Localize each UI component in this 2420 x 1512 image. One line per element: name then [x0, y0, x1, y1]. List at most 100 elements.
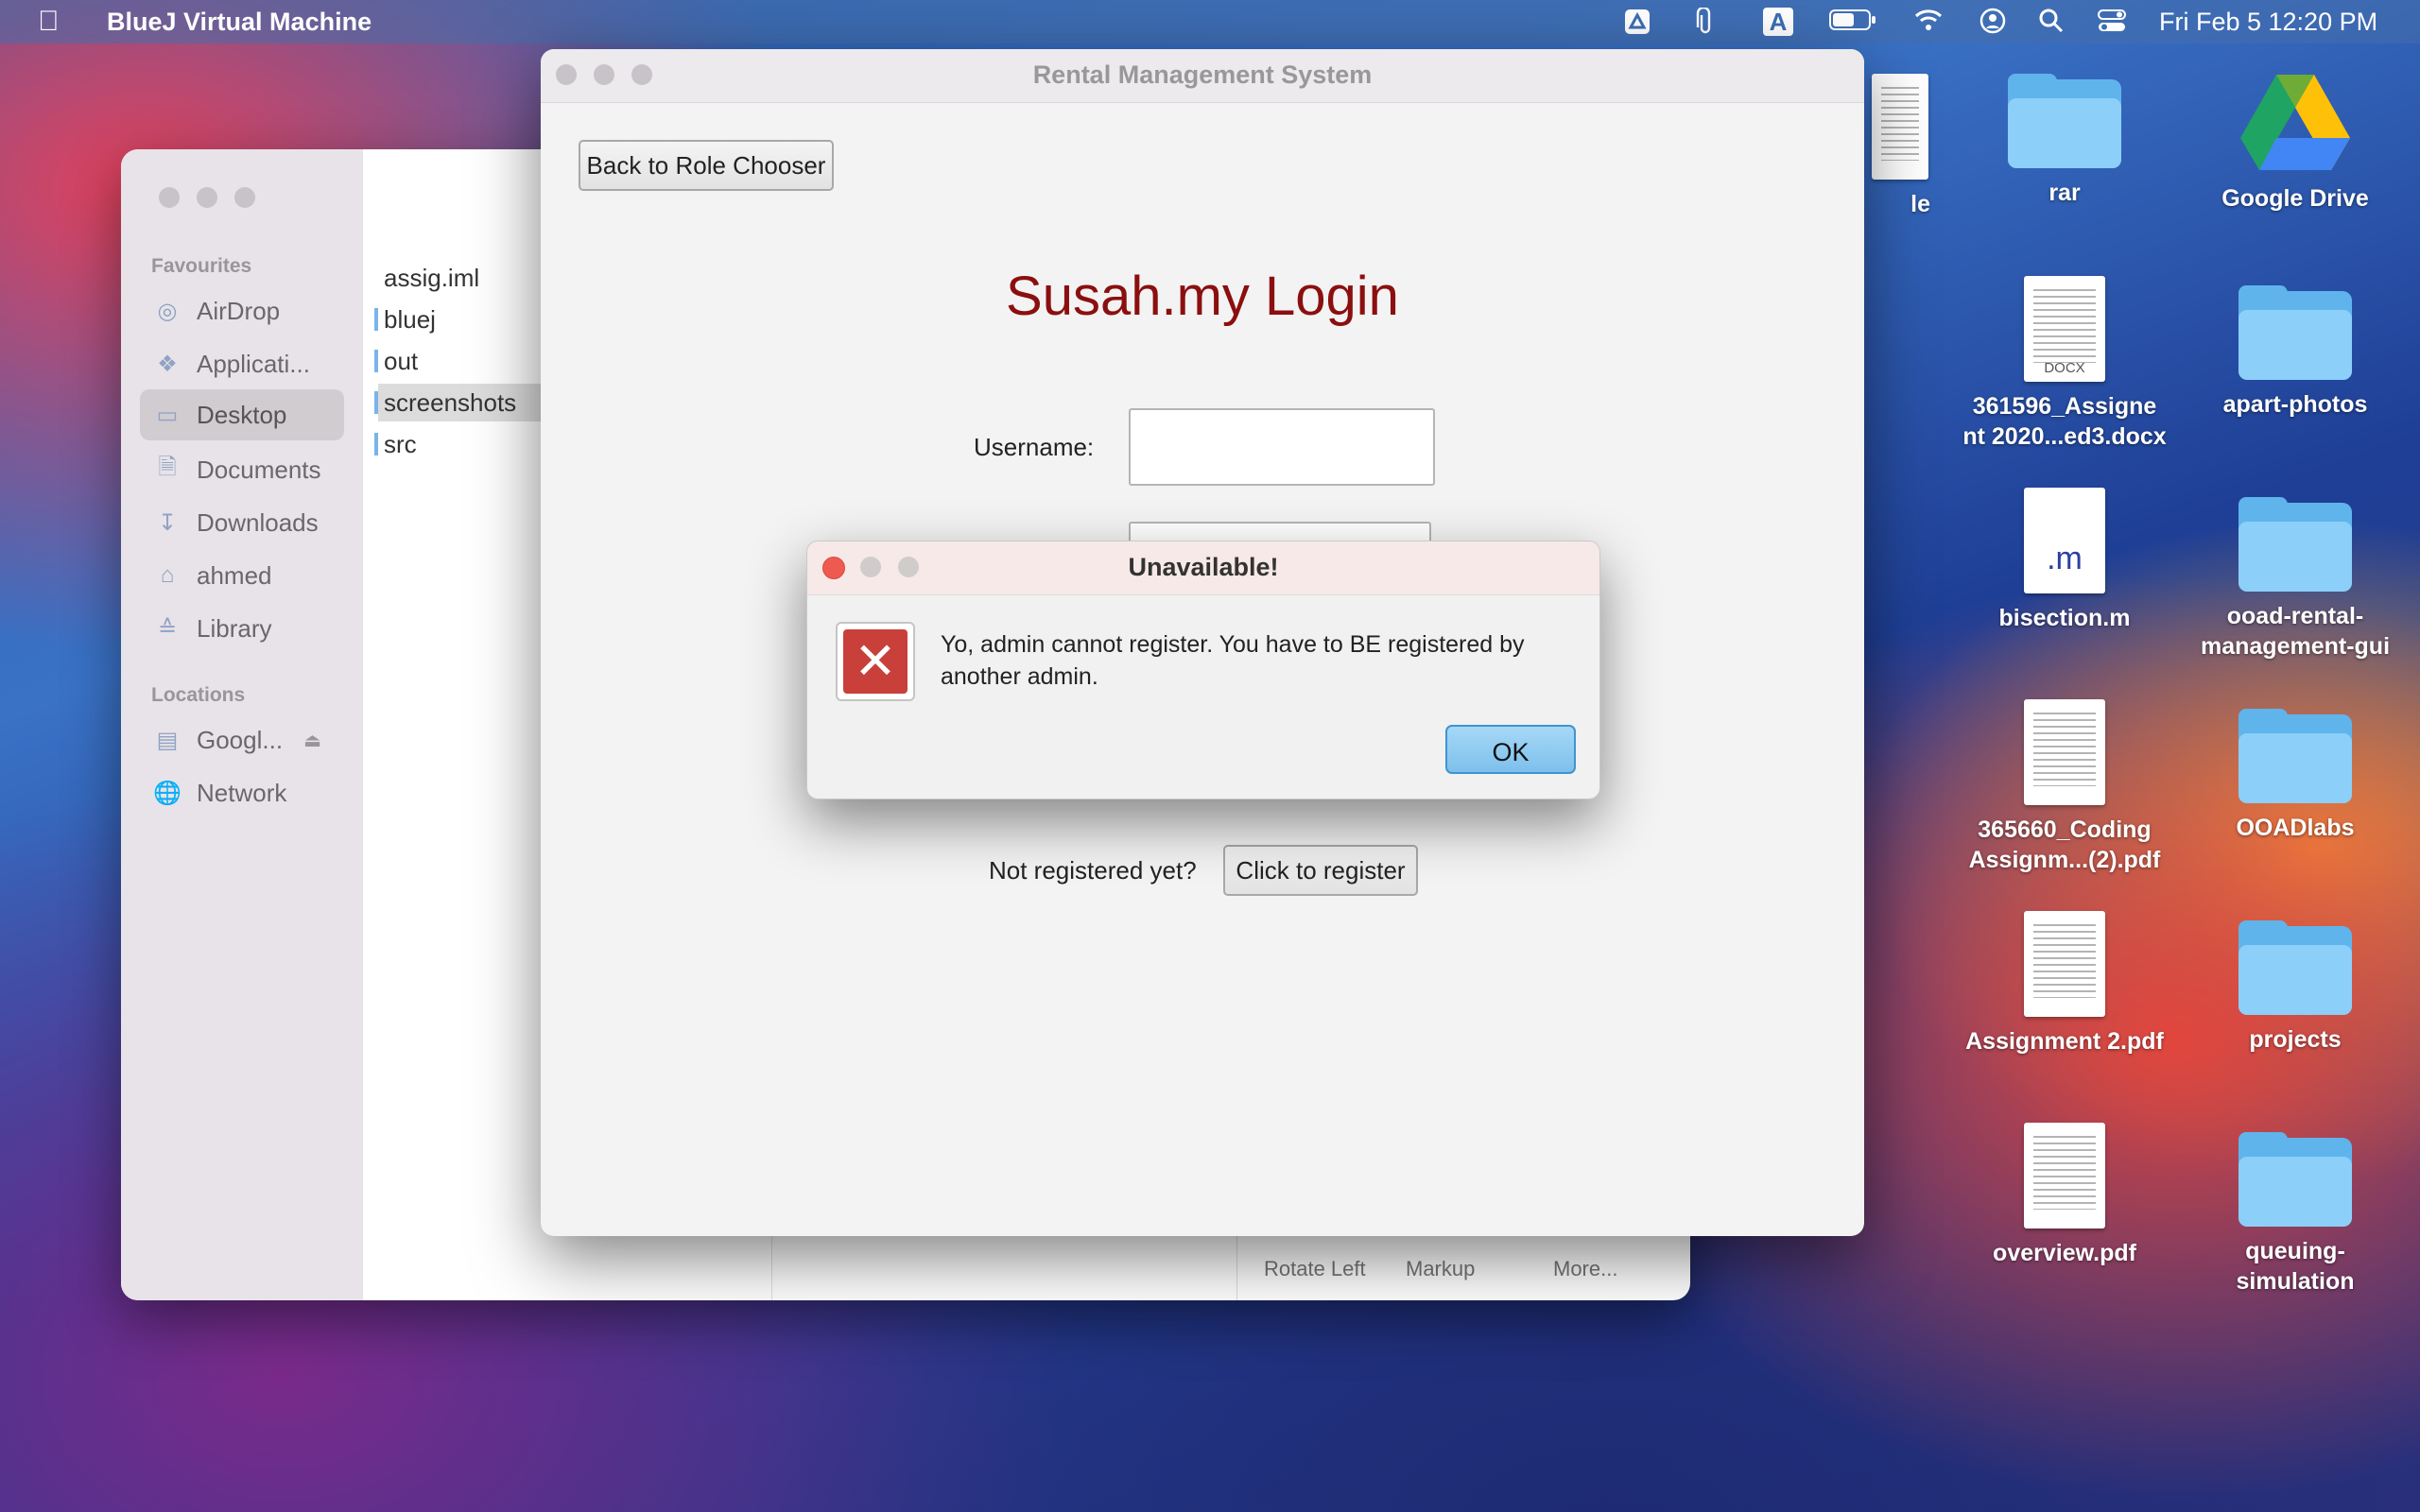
- file-name: assig.iml: [384, 264, 480, 292]
- desktop-item-rar[interactable]: rar: [1951, 74, 2178, 208]
- sidebar-item-documents[interactable]: 🗎 Documents: [140, 444, 344, 495]
- sidebar-item-network[interactable]: 🌐 Network: [140, 767, 344, 818]
- desktop-item-coding-pdf[interactable]: 365660_Coding Assignm...(2).pdf: [1951, 699, 2178, 875]
- desktop-item-apart-photos[interactable]: apart-photos: [2182, 285, 2409, 420]
- folder-icon: [2238, 285, 2352, 380]
- desktop-item-label: rar: [2048, 180, 2081, 206]
- sidebar-item-label: Applicati...: [197, 349, 310, 378]
- click-to-register-button[interactable]: Click to register: [1223, 845, 1418, 896]
- folder-icon: [2238, 920, 2352, 1015]
- dialog-title: Unavailable!: [1128, 553, 1279, 581]
- markup-button[interactable]: Markup: [1406, 1257, 1475, 1281]
- eject-icon[interactable]: ⏏: [303, 729, 321, 752]
- sidebar-item-label: Library: [197, 613, 272, 643]
- folder-marker-icon: [374, 350, 378, 372]
- sidebar-item-applications[interactable]: ❖ Applicati...: [140, 338, 344, 389]
- sidebar-item-downloads[interactable]: ↧ Downloads: [140, 497, 344, 548]
- unavailable-dialog: Unavailable! ✕ Yo, admin cannot register…: [806, 541, 1600, 799]
- desktop-icon: ▭: [156, 402, 179, 428]
- desktop-item-label: ooad-rental-: [2226, 603, 2364, 629]
- file-name: out: [384, 347, 419, 375]
- sidebar-item-label: AirDrop: [197, 296, 281, 325]
- desktop-item-label: overview.pdf: [1993, 1240, 2136, 1266]
- desktop-item-ooad-rental[interactable]: ooad-rental- management-gui: [2182, 497, 2409, 662]
- sidebar-item-label: ahmed: [197, 560, 272, 590]
- user-icon[interactable]: [1978, 8, 2008, 36]
- pdf-document-icon: [2024, 911, 2105, 1017]
- desktop-item-projects[interactable]: projects: [2182, 920, 2409, 1055]
- register-prompt: Not registered yet?: [989, 856, 1197, 885]
- menu-bar:  BlueJ Virtual Machine A Fri Feb 5 12:2…: [0, 0, 2420, 43]
- desktop-item-assignment2[interactable]: Assignment 2.pdf: [1951, 911, 2178, 1057]
- dialog-titlebar: Unavailable!: [807, 541, 1599, 595]
- folder-marker-icon: [374, 391, 378, 414]
- locations-heading: Locations: [151, 684, 246, 706]
- wifi-icon[interactable]: [1913, 8, 1944, 36]
- zoom-window-button[interactable]: [234, 187, 255, 208]
- preview-toolbar: Rotate Left Markup More...: [1236, 1236, 1690, 1300]
- more-button[interactable]: More...: [1553, 1257, 1617, 1281]
- sidebar-item-library[interactable]: ≙ Library: [140, 603, 344, 654]
- input-source-icon[interactable]: A: [1763, 8, 1793, 36]
- desktop-item-label: apart-photos: [2222, 391, 2368, 418]
- window-title: Rental Management System: [1032, 60, 1373, 89]
- back-to-role-chooser-button[interactable]: Back to Role Chooser: [579, 140, 834, 191]
- pdf-document-icon: [2024, 1123, 2105, 1228]
- google-drive-icon: [2238, 70, 2352, 174]
- active-app-name[interactable]: BlueJ Virtual Machine: [107, 8, 372, 37]
- drive-icon: ▤: [156, 727, 179, 753]
- matlab-file-icon: .m: [2024, 488, 2105, 593]
- dialog-message: Yo, admin cannot register. You have to B…: [941, 631, 1525, 690]
- file-name: screenshots: [384, 388, 517, 417]
- control-center-icon[interactable]: [2097, 8, 2127, 36]
- applications-icon: ❖: [157, 351, 178, 377]
- desktop-item-label: nt 2020...ed3.docx: [1962, 423, 2167, 450]
- file-name: bluej: [384, 305, 436, 334]
- paperclip-icon[interactable]: [1690, 6, 1720, 36]
- username-field[interactable]: [1129, 408, 1435, 486]
- desktop-item-bisection[interactable]: .m bisection.m: [1951, 488, 2178, 633]
- airdrop-icon: ◎: [157, 298, 178, 324]
- search-icon[interactable]: [2036, 8, 2066, 36]
- finder-sidebar: Favourites ◎ AirDrop ❖ Applicati... ▭ De…: [121, 149, 363, 1300]
- desktop-item-label: queuing-: [2245, 1238, 2345, 1264]
- minimize-window-button[interactable]: [197, 187, 217, 208]
- google-drive-icon[interactable]: [1622, 8, 1652, 36]
- battery-icon[interactable]: [1828, 8, 1877, 36]
- desktop-item-label: Assignment 2.pdf: [1965, 1028, 2164, 1055]
- apple-menu-icon[interactable]: : [38, 6, 60, 38]
- sidebar-item-label: Documents: [197, 455, 321, 484]
- desktop-item-label: projects: [2249, 1026, 2342, 1053]
- desktop-item-google-drive[interactable]: Google Drive: [2182, 70, 2409, 214]
- menubar-clock[interactable]: Fri Feb 5 12:20 PM: [2159, 8, 2377, 37]
- sidebar-item-google-drive[interactable]: ▤ Googl... ⏏: [140, 714, 344, 765]
- sidebar-item-desktop[interactable]: ▭ Desktop: [140, 389, 344, 440]
- desktop-item-label: simulation: [2236, 1268, 2355, 1295]
- sidebar-item-label: Desktop: [197, 400, 287, 429]
- favourites-heading: Favourites: [151, 255, 252, 277]
- folder-icon: [2238, 497, 2352, 592]
- ok-button[interactable]: OK: [1445, 725, 1576, 774]
- rotate-left-button[interactable]: Rotate Left: [1264, 1257, 1366, 1281]
- desktop-item-docx[interactable]: DOCX 361596_Assigne nt 2020...ed3.docx: [1951, 276, 2178, 452]
- desktop-item-overview[interactable]: overview.pdf: [1951, 1123, 2178, 1268]
- close-window-button[interactable]: [159, 187, 180, 208]
- sidebar-item-label: Network: [197, 778, 287, 807]
- desktop-item-label: OOADlabs: [2236, 815, 2355, 841]
- library-icon: ≙: [157, 615, 178, 642]
- pdf-document-icon: [2024, 699, 2105, 805]
- sidebar-item-home[interactable]: ⌂ ahmed: [140, 550, 344, 601]
- error-icon: ✕: [836, 622, 915, 701]
- sidebar-item-label: Googl...: [197, 725, 284, 754]
- folder-marker-icon: [374, 308, 378, 331]
- sidebar-item-airdrop[interactable]: ◎ AirDrop: [140, 285, 344, 336]
- download-icon: ↧: [157, 509, 178, 536]
- desktop-item-queuing[interactable]: queuing- simulation: [2182, 1132, 2409, 1297]
- document-icon: 🗎: [158, 454, 177, 480]
- file-name: src: [384, 430, 417, 458]
- desktop-item-label: Assignm...(2).pdf: [1968, 847, 2161, 873]
- document-icon: [1872, 74, 1928, 180]
- docx-document-icon: DOCX: [2024, 276, 2105, 382]
- home-icon: ⌂: [160, 562, 175, 588]
- desktop-item-ooadlabs[interactable]: OOADlabs: [2182, 709, 2409, 843]
